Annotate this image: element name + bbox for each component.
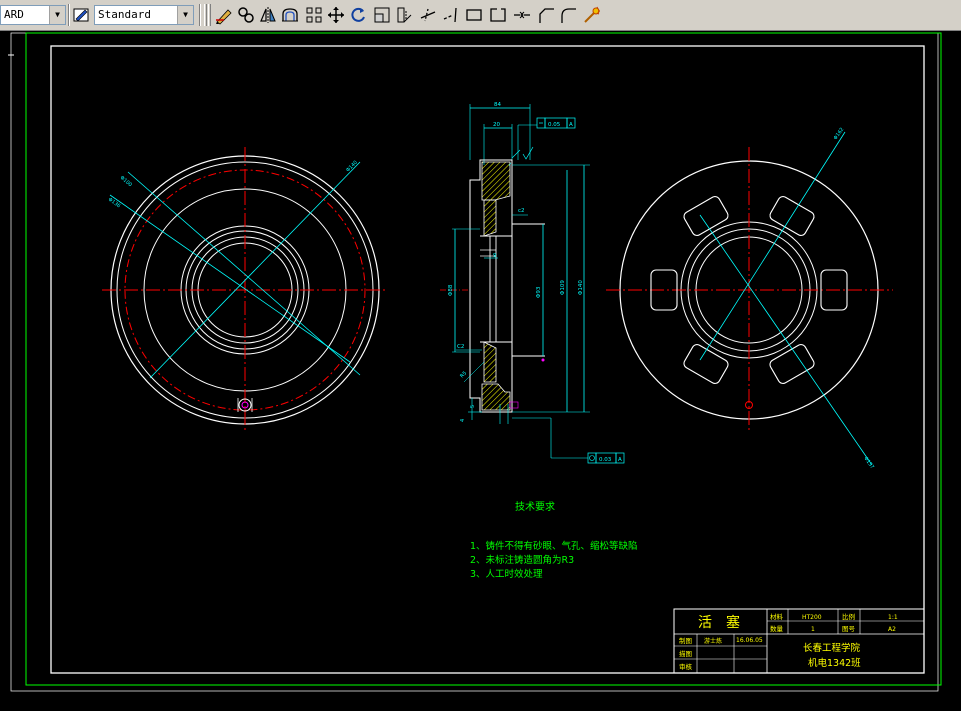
section-hatch-mid-top — [483, 199, 497, 237]
check-label: 审核 — [679, 662, 693, 671]
move-icon[interactable] — [326, 5, 346, 25]
left-dim-text-3: Φ140 — [345, 160, 359, 174]
chamfer-c2: c2 — [518, 208, 525, 214]
extend-icon[interactable] — [442, 5, 462, 25]
design-label: 描图 — [679, 649, 692, 658]
dim-r5: R5 — [459, 370, 468, 379]
chamfer-c2b: C2 — [457, 344, 464, 350]
class-name: 机电1342班 — [808, 657, 861, 669]
sheet-boundary — [10, 32, 939, 692]
dim-mid-4: Φ140 — [578, 280, 584, 295]
dim-9: 9 — [493, 253, 497, 259]
left-dim-leader-3 — [149, 161, 361, 379]
fillet-icon[interactable] — [558, 5, 578, 25]
material-label: 材料 — [770, 612, 784, 621]
offset-icon[interactable] — [280, 5, 300, 25]
toolbar: ARD ▼ Standard ▼ — [0, 0, 961, 31]
drawing-no-value: A2 — [888, 626, 896, 633]
drawn-date: 16.06.05 — [736, 637, 763, 644]
dim-5: 5 — [470, 405, 476, 408]
pencil-icon[interactable] — [214, 5, 234, 25]
join-icon[interactable] — [512, 5, 532, 25]
roughness-mark: ✓ — [508, 162, 512, 168]
drawing-svg: Φ100 Φ136 Φ140 84 20 0.05 A Φ109 Φ140 Φ9… — [8, 32, 942, 692]
scale-icon[interactable] — [372, 5, 392, 25]
explode-icon[interactable] — [582, 5, 602, 25]
section-view: 84 20 0.05 A Φ109 Φ140 Φ93 Φ88 9 c2 C2 R… — [440, 102, 625, 464]
dim-4: 4 — [460, 419, 466, 422]
dim-mid-1: Φ88 — [448, 284, 454, 296]
rotate-icon[interactable] — [348, 5, 368, 25]
tech-item-3: 3、人工时效处理 — [470, 568, 543, 580]
left-dim-text-1: Φ100 — [119, 175, 133, 188]
qty-label: 数量 — [770, 624, 784, 633]
part-name: 活塞 — [698, 614, 754, 631]
dim-mid-2: Φ93 — [536, 286, 542, 298]
toolbar-separator — [68, 4, 70, 26]
dim-20: 20 — [493, 122, 500, 128]
mirror-icon[interactable] — [258, 5, 278, 25]
dim-84: 84 — [494, 102, 501, 108]
tolerance-2: 0.03 — [599, 457, 612, 463]
tech-item-1: 1、铸件不得有砂眼、气孔、缩松等缺陷 — [470, 540, 638, 552]
toolbar-grip[interactable] — [204, 4, 207, 26]
drawn-name: 游士炼 — [704, 637, 722, 645]
section-hatch-bottom — [481, 383, 511, 411]
drawing-canvas[interactable]: Φ100 Φ136 Φ140 84 20 0.05 A Φ109 Φ140 Φ9… — [0, 31, 961, 707]
tech-item-2: 2、未标注铸造圆角为R3 — [470, 554, 574, 566]
slot — [683, 344, 729, 384]
scale-label: 比例 — [842, 612, 855, 621]
left-dim-leader-2 — [109, 194, 351, 363]
rectangle-break-icon[interactable] — [488, 5, 508, 25]
right-dim-text-2: Φ157 — [862, 456, 875, 470]
stretch-icon[interactable] — [394, 5, 414, 25]
left-view: Φ100 Φ136 Φ140 — [102, 147, 388, 432]
tech-title: 技术要求 — [515, 500, 555, 513]
chamfer-icon[interactable] — [536, 5, 556, 25]
toolbar-grip[interactable] — [208, 4, 211, 26]
dim-mid-3: Φ109 — [560, 280, 566, 295]
toolbar-separator — [199, 4, 201, 26]
linked-circles-icon[interactable] — [236, 5, 256, 25]
scale-value: 1:1 — [888, 614, 898, 621]
paper-border — [25, 32, 942, 686]
tolerance-2-ref: A — [618, 457, 622, 463]
trim-icon[interactable] — [418, 5, 438, 25]
drawn-label: 制图 — [679, 636, 692, 645]
qty-value: 1 — [811, 626, 815, 633]
slot — [683, 196, 729, 236]
tech-requirements: 技术要求 1、铸件不得有砂眼、气孔、缩松等缺陷 2、未标注铸造圆角为R3 3、人… — [470, 500, 638, 580]
title-block: 活塞 材料 HT200 比例 1:1 数量 1 图号 A2 制图 游士炼 16.… — [673, 608, 925, 674]
section-hatch-top — [481, 161, 511, 201]
school-name: 长春工程学院 — [803, 642, 861, 654]
layer-combo-value: ARD — [4, 8, 24, 21]
text-style-combo-value: Standard — [98, 8, 151, 21]
chevron-down-icon[interactable]: ▼ — [177, 6, 193, 24]
break-icon[interactable] — [464, 5, 484, 25]
array-icon[interactable] — [304, 5, 324, 25]
tolerance-1-ref: A — [569, 122, 573, 128]
layer-combo[interactable]: ARD ▼ — [0, 5, 66, 25]
chevron-down-icon[interactable]: ▼ — [49, 6, 65, 24]
left-dim-text-2: Φ136 — [107, 197, 121, 210]
tolerance-1: 0.05 — [548, 122, 561, 128]
drawing-no-label: 图号 — [842, 625, 856, 633]
material-value: HT200 — [802, 614, 822, 621]
section-hatch-mid-bottom — [483, 341, 497, 383]
right-view: Φ162 Φ157 — [606, 127, 893, 470]
text-style-icon[interactable] — [72, 5, 92, 25]
text-style-combo[interactable]: Standard ▼ — [94, 5, 194, 25]
